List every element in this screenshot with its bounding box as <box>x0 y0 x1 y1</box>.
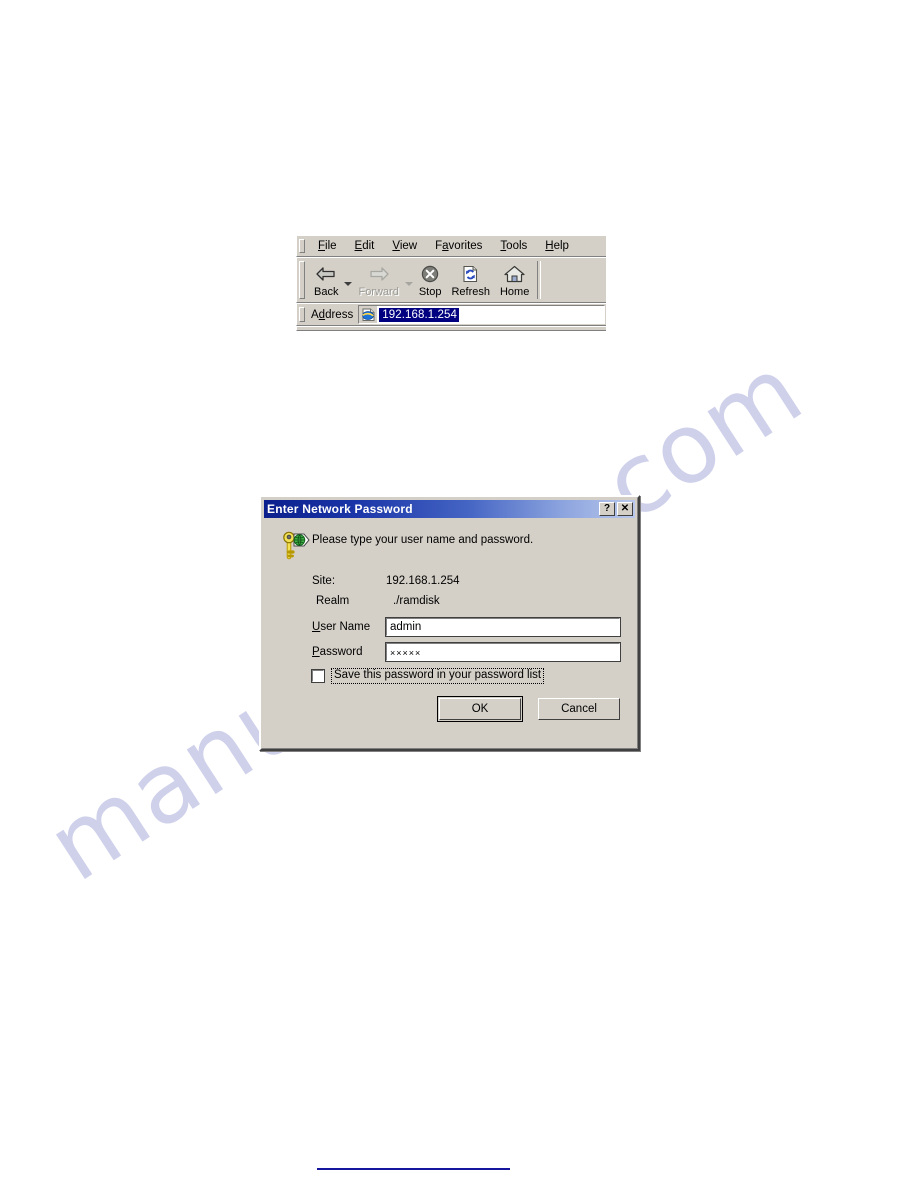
menu-item-favorites[interactable]: Favorites <box>426 238 491 254</box>
address-bar: Address 192.168.1.254 <box>296 303 606 326</box>
password-label: Password <box>312 646 386 658</box>
prompt-row: Please type your user name and password. <box>278 530 621 566</box>
menu-tools-post: ools <box>506 240 528 252</box>
dialog-button-row: OK Cancel <box>278 696 621 722</box>
refresh-button-label: Refresh <box>451 286 490 298</box>
toolbar-separator <box>537 261 542 299</box>
back-arrow-icon <box>316 263 336 285</box>
navigation-toolbar: Back Forward Stop Refresh Home <box>296 257 606 303</box>
back-dropdown-arrow[interactable] <box>343 258 353 302</box>
stop-icon <box>421 263 439 285</box>
title-bar-buttons: ? ✕ <box>599 502 633 516</box>
username-row: User Name admin <box>278 617 621 637</box>
menu-edit-post: dit <box>362 240 375 252</box>
dialog-title-bar[interactable]: Enter Network Password ? ✕ <box>264 500 635 518</box>
password-label-rest: assword <box>319 646 363 658</box>
username-value: admin <box>390 621 422 633</box>
chevron-down-icon <box>344 282 353 286</box>
password-value: ××××× <box>390 648 422 658</box>
password-input[interactable]: ××××× <box>385 642 621 662</box>
back-button-label: Back <box>314 286 339 298</box>
refresh-button[interactable]: Refresh <box>446 258 495 302</box>
forward-button-label: Forward <box>358 286 399 298</box>
username-input[interactable]: admin <box>385 617 621 637</box>
password-label-accel: P <box>312 646 320 658</box>
dialog-footer-space <box>278 722 621 736</box>
save-password-row: Save this password in your password list <box>278 668 621 684</box>
internet-explorer-icon <box>359 306 378 323</box>
menu-view-post: iew <box>399 240 418 252</box>
address-bar-gripper[interactable] <box>299 307 305 322</box>
menu-favorites-post: vorites <box>448 240 483 252</box>
address-label-pre: A <box>311 308 319 321</box>
prompt-text: Please type your user name and password. <box>312 534 534 546</box>
realm-value: ./ramdisk <box>393 595 440 607</box>
menu-item-view[interactable]: View <box>383 238 426 254</box>
close-button[interactable]: ✕ <box>617 502 633 516</box>
stop-button-label: Stop <box>418 286 442 298</box>
menu-help-post: elp <box>553 240 569 252</box>
chevron-down-icon <box>404 282 413 286</box>
stop-button[interactable]: Stop <box>414 258 447 302</box>
menu-bar-gripper[interactable] <box>299 239 305 253</box>
password-row: Password ××××× <box>278 642 621 662</box>
site-value: 192.168.1.254 <box>386 575 460 587</box>
save-password-label[interactable]: Save this password in your password list <box>331 668 545 684</box>
toolbar-gripper[interactable] <box>299 261 305 299</box>
forward-button[interactable]: Forward <box>353 258 403 302</box>
address-label: Address <box>309 309 358 321</box>
back-button[interactable]: Back <box>309 258 343 302</box>
menu-item-tools[interactable]: Tools <box>491 238 536 254</box>
cancel-button[interactable]: Cancel <box>538 698 620 720</box>
home-button[interactable]: Home <box>495 258 534 302</box>
refresh-icon <box>462 263 479 285</box>
address-label-post: dress <box>325 308 354 321</box>
username-label-rest: ser Name <box>320 621 371 633</box>
site-row: Site: 192.168.1.254 <box>278 575 621 587</box>
menu-help-accel: H <box>545 240 554 252</box>
home-icon <box>504 263 525 285</box>
menu-view-accel: V <box>392 240 400 252</box>
home-button-label: Home <box>499 286 530 298</box>
menu-item-file[interactable]: File <box>309 238 346 254</box>
dialog-title: Enter Network Password <box>267 502 413 516</box>
bottom-hyperlink-rule[interactable] <box>317 1168 510 1170</box>
menu-bar: File Edit View Favorites Tools Help <box>296 235 606 257</box>
site-label: Site: <box>312 575 336 587</box>
help-button[interactable]: ? <box>599 502 615 516</box>
enter-network-password-dialog: Enter Network Password ? ✕ Please type y… <box>259 495 640 751</box>
forward-arrow-icon <box>369 263 389 285</box>
realm-row: Realm ./ramdisk <box>278 595 621 607</box>
browser-chrome-fragment: File Edit View Favorites Tools Help Back <box>296 235 606 331</box>
username-label: User Name <box>312 621 386 633</box>
menu-item-edit[interactable]: Edit <box>346 238 384 254</box>
address-value[interactable]: 192.168.1.254 <box>379 307 460 322</box>
menu-file-accel: F <box>318 240 326 252</box>
menu-file-post: ile <box>325 240 337 252</box>
dialog-inner-frame: Enter Network Password ? ✕ Please type y… <box>261 497 638 749</box>
menu-item-help[interactable]: Help <box>536 238 578 254</box>
dialog-body: Please type your user name and password.… <box>264 518 635 746</box>
realm-label: Realm <box>316 595 350 607</box>
address-input[interactable]: 192.168.1.254 <box>358 305 605 324</box>
browser-chrome-footer <box>296 326 606 331</box>
save-password-checkbox[interactable] <box>311 669 325 683</box>
forward-dropdown-arrow[interactable] <box>404 258 414 302</box>
key-and-globe-icon <box>278 530 312 566</box>
ok-button[interactable]: OK <box>437 696 523 722</box>
